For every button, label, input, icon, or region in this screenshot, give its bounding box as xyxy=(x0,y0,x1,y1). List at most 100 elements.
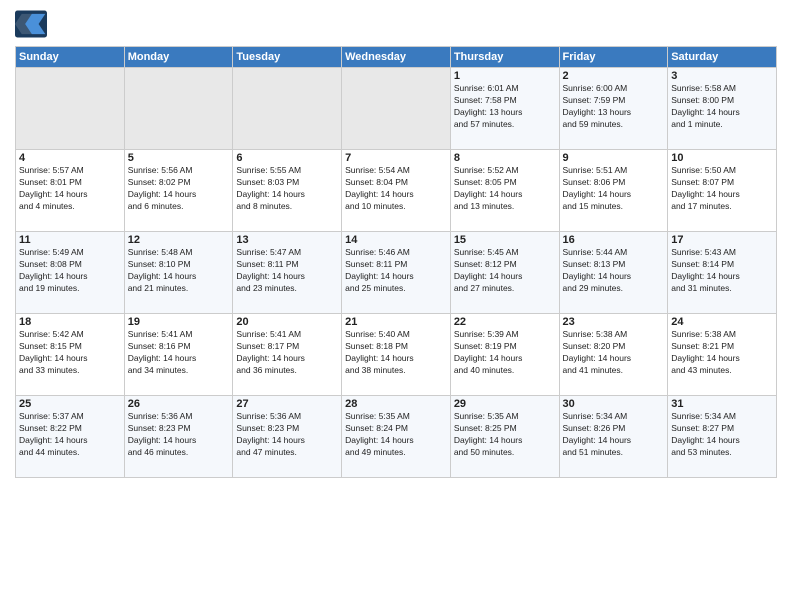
day-info-line: Sunset: 8:04 PM xyxy=(345,177,447,189)
day-info-line: Daylight: 14 hours xyxy=(345,435,447,447)
day-info-line: Daylight: 14 hours xyxy=(454,189,556,201)
day-info-line: Sunrise: 5:34 AM xyxy=(671,411,773,423)
calendar-row-3: 11Sunrise: 5:49 AMSunset: 8:08 PMDayligh… xyxy=(16,232,777,314)
day-info-line: and 44 minutes. xyxy=(19,447,121,459)
day-info-line: Daylight: 13 hours xyxy=(563,107,665,119)
day-info-line: Sunset: 8:17 PM xyxy=(236,341,338,353)
day-info-line: Sunrise: 5:35 AM xyxy=(454,411,556,423)
day-number: 5 xyxy=(128,152,230,164)
day-number: 1 xyxy=(454,70,556,82)
day-info-line: and 21 minutes. xyxy=(128,283,230,295)
day-info-line: Sunrise: 6:00 AM xyxy=(563,83,665,95)
day-info-line: Daylight: 14 hours xyxy=(671,353,773,365)
day-info-line: Daylight: 14 hours xyxy=(345,189,447,201)
day-number: 23 xyxy=(563,316,665,328)
empty-cell xyxy=(233,68,342,150)
day-info-line: Sunrise: 5:41 AM xyxy=(236,329,338,341)
day-cell-7: 7Sunrise: 5:54 AMSunset: 8:04 PMDaylight… xyxy=(342,150,451,232)
day-number: 31 xyxy=(671,398,773,410)
day-info-line: Sunrise: 5:48 AM xyxy=(128,247,230,259)
day-cell-2: 2Sunrise: 6:00 AMSunset: 7:59 PMDaylight… xyxy=(559,68,668,150)
day-cell-30: 30Sunrise: 5:34 AMSunset: 8:26 PMDayligh… xyxy=(559,396,668,478)
weekday-header-tuesday: Tuesday xyxy=(233,47,342,68)
day-info-line: Sunrise: 5:36 AM xyxy=(236,411,338,423)
day-info-line: Sunrise: 5:41 AM xyxy=(128,329,230,341)
empty-cell xyxy=(124,68,233,150)
day-info-line: Sunset: 7:59 PM xyxy=(563,95,665,107)
day-info-line: Daylight: 14 hours xyxy=(128,189,230,201)
day-info-line: Sunrise: 5:39 AM xyxy=(454,329,556,341)
day-info-line: Sunrise: 5:44 AM xyxy=(563,247,665,259)
day-info-line: and 1 minute. xyxy=(671,119,773,131)
day-info-line: Sunset: 8:02 PM xyxy=(128,177,230,189)
day-number: 26 xyxy=(128,398,230,410)
day-info-line: Sunset: 8:12 PM xyxy=(454,259,556,271)
empty-cell xyxy=(342,68,451,150)
day-info-line: Sunrise: 5:55 AM xyxy=(236,165,338,177)
day-info-line: Sunset: 8:14 PM xyxy=(671,259,773,271)
day-info-line: Sunrise: 5:35 AM xyxy=(345,411,447,423)
day-cell-13: 13Sunrise: 5:47 AMSunset: 8:11 PMDayligh… xyxy=(233,232,342,314)
day-info-line: Daylight: 14 hours xyxy=(128,271,230,283)
day-info-line: Sunset: 8:00 PM xyxy=(671,95,773,107)
day-cell-23: 23Sunrise: 5:38 AMSunset: 8:20 PMDayligh… xyxy=(559,314,668,396)
day-info-line: and 57 minutes. xyxy=(454,119,556,131)
day-info-line: Sunset: 8:25 PM xyxy=(454,423,556,435)
day-info-line: Sunrise: 5:40 AM xyxy=(345,329,447,341)
day-info-line: Daylight: 14 hours xyxy=(345,353,447,365)
day-cell-20: 20Sunrise: 5:41 AMSunset: 8:17 PMDayligh… xyxy=(233,314,342,396)
day-info-line: Sunrise: 5:47 AM xyxy=(236,247,338,259)
day-info-line: Sunrise: 5:42 AM xyxy=(19,329,121,341)
day-number: 4 xyxy=(19,152,121,164)
day-number: 17 xyxy=(671,234,773,246)
day-info-line: Daylight: 14 hours xyxy=(345,271,447,283)
day-info-line: Sunset: 8:24 PM xyxy=(345,423,447,435)
day-cell-5: 5Sunrise: 5:56 AMSunset: 8:02 PMDaylight… xyxy=(124,150,233,232)
day-info-line: and 8 minutes. xyxy=(236,201,338,213)
weekday-header-saturday: Saturday xyxy=(668,47,777,68)
day-info-line: Daylight: 14 hours xyxy=(671,435,773,447)
day-number: 2 xyxy=(563,70,665,82)
calendar-row-5: 25Sunrise: 5:37 AMSunset: 8:22 PMDayligh… xyxy=(16,396,777,478)
calendar-row-1: 1Sunrise: 6:01 AMSunset: 7:58 PMDaylight… xyxy=(16,68,777,150)
day-info-line: Daylight: 14 hours xyxy=(236,353,338,365)
day-info-line: Daylight: 14 hours xyxy=(563,353,665,365)
day-info-line: Sunset: 8:26 PM xyxy=(563,423,665,435)
day-info-line: Daylight: 14 hours xyxy=(236,435,338,447)
day-info-line: Sunset: 8:19 PM xyxy=(454,341,556,353)
day-info-line: and 43 minutes. xyxy=(671,365,773,377)
day-cell-12: 12Sunrise: 5:48 AMSunset: 8:10 PMDayligh… xyxy=(124,232,233,314)
day-info-line: and 50 minutes. xyxy=(454,447,556,459)
day-info-line: and 59 minutes. xyxy=(563,119,665,131)
day-info-line: Daylight: 14 hours xyxy=(563,271,665,283)
day-info-line: Sunrise: 5:43 AM xyxy=(671,247,773,259)
day-number: 29 xyxy=(454,398,556,410)
day-cell-22: 22Sunrise: 5:39 AMSunset: 8:19 PMDayligh… xyxy=(450,314,559,396)
day-cell-25: 25Sunrise: 5:37 AMSunset: 8:22 PMDayligh… xyxy=(16,396,125,478)
day-info-line: and 4 minutes. xyxy=(19,201,121,213)
day-info-line: Sunset: 8:03 PM xyxy=(236,177,338,189)
day-cell-31: 31Sunrise: 5:34 AMSunset: 8:27 PMDayligh… xyxy=(668,396,777,478)
day-info-line: and 27 minutes. xyxy=(454,283,556,295)
weekday-header-friday: Friday xyxy=(559,47,668,68)
day-info-line: Daylight: 14 hours xyxy=(454,435,556,447)
day-number: 6 xyxy=(236,152,338,164)
day-number: 11 xyxy=(19,234,121,246)
day-info-line: and 36 minutes. xyxy=(236,365,338,377)
day-info-line: Sunset: 8:11 PM xyxy=(236,259,338,271)
day-info-line: Sunset: 8:06 PM xyxy=(563,177,665,189)
day-info-line: and 31 minutes. xyxy=(671,283,773,295)
weekday-header-sunday: Sunday xyxy=(16,47,125,68)
day-info-line: Sunset: 8:11 PM xyxy=(345,259,447,271)
weekday-header-monday: Monday xyxy=(124,47,233,68)
day-info-line: Sunset: 8:20 PM xyxy=(563,341,665,353)
day-cell-17: 17Sunrise: 5:43 AMSunset: 8:14 PMDayligh… xyxy=(668,232,777,314)
day-number: 7 xyxy=(345,152,447,164)
page: SundayMondayTuesdayWednesdayThursdayFrid… xyxy=(0,0,792,612)
day-cell-27: 27Sunrise: 5:36 AMSunset: 8:23 PMDayligh… xyxy=(233,396,342,478)
day-info-line: Sunrise: 5:45 AM xyxy=(454,247,556,259)
day-cell-15: 15Sunrise: 5:45 AMSunset: 8:12 PMDayligh… xyxy=(450,232,559,314)
day-number: 13 xyxy=(236,234,338,246)
day-info-line: and 19 minutes. xyxy=(19,283,121,295)
day-info-line: Sunset: 8:27 PM xyxy=(671,423,773,435)
